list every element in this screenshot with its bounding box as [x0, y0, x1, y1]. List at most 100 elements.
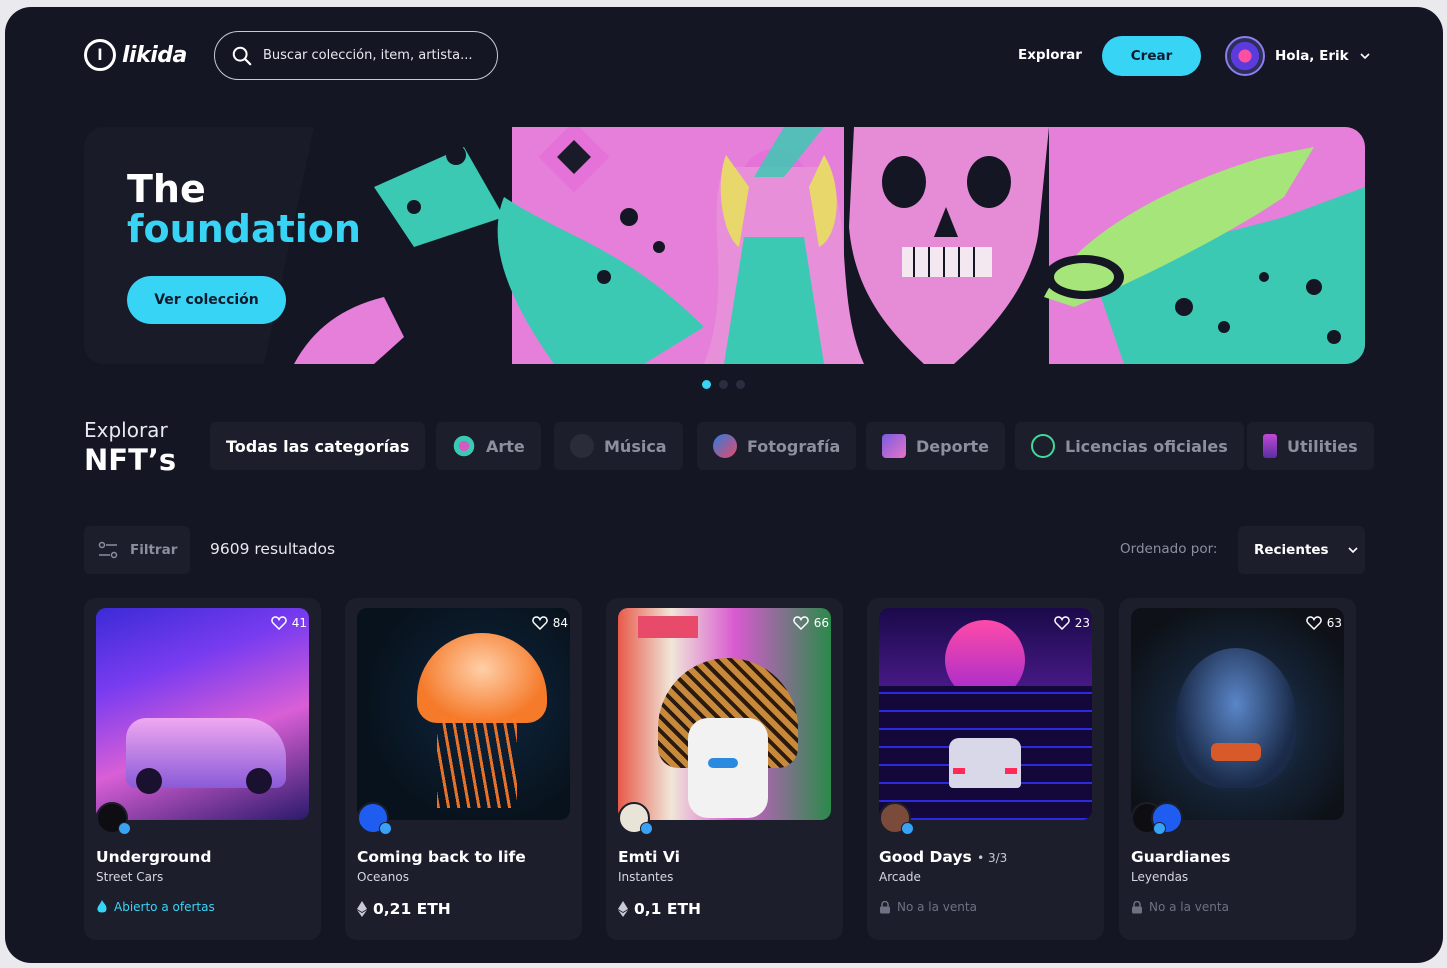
like-counter[interactable]: 63: [1305, 616, 1342, 630]
like-count: 84: [552, 616, 568, 630]
flame-icon: [97, 900, 107, 913]
logo-mark-icon: l: [84, 39, 116, 71]
nft-title-text: Underground: [96, 848, 212, 866]
hero-banner: The foundation Ver colección: [84, 127, 1365, 364]
nft-title-text: Emti Vi: [618, 848, 680, 866]
nft-title-text: Good Days: [879, 848, 972, 866]
chevron-down-icon: [1360, 53, 1370, 60]
user-greeting: Hola, Erik: [1275, 48, 1349, 64]
license-icon: [1031, 434, 1055, 458]
nft-image: [96, 608, 309, 820]
photo-icon: [713, 434, 737, 458]
nft-title: Good Days • 3/3: [879, 848, 1007, 866]
carousel-dot[interactable]: [702, 380, 711, 389]
price-text: 0,1 ETH: [634, 900, 701, 918]
nft-title: Underground: [96, 848, 211, 866]
category-fotografia[interactable]: Fotografía: [697, 422, 857, 470]
nft-title-text: Coming back to life: [357, 848, 526, 866]
nft-image: [1131, 608, 1344, 820]
heart-icon: [1053, 616, 1070, 630]
nft-collection: Street Cars: [96, 870, 164, 884]
heart-icon: [270, 616, 287, 630]
search-input[interactable]: [263, 48, 483, 63]
sort-label: Ordenado por:: [1120, 541, 1218, 557]
status-text: No a la venta: [1149, 900, 1229, 914]
nft-card[interactable]: 84 Coming back to life Oceanos 0,21 ETH: [345, 598, 582, 940]
like-count: 23: [1074, 616, 1090, 630]
carousel-dots: [702, 380, 745, 389]
like-counter[interactable]: 84: [531, 616, 568, 630]
heart-icon: [531, 616, 548, 630]
category-label: Música: [604, 436, 667, 456]
nft-image: [618, 608, 831, 820]
nft-collection: Instantes: [618, 870, 674, 884]
verified-badge-icon: [118, 822, 131, 835]
chevron-down-icon: [1348, 547, 1358, 554]
results-count: 9609 resultados: [210, 540, 336, 558]
nft-image: [357, 608, 570, 820]
category-label: Utilities: [1287, 436, 1358, 456]
ver-coleccion-button[interactable]: Ver colección: [127, 276, 286, 324]
like-count: 66: [813, 616, 829, 630]
search-icon: [232, 46, 252, 65]
nft-status: Abierto a ofertas: [96, 900, 215, 914]
like-counter[interactable]: 66: [792, 616, 829, 630]
ethereum-icon: [357, 901, 367, 917]
category-label: Licencias oficiales: [1065, 436, 1228, 456]
carousel-dot[interactable]: [736, 380, 745, 389]
nft-card[interactable]: 23 Good Days • 3/3 Arcade No a la venta: [867, 598, 1104, 940]
utilities-icon: [1263, 434, 1277, 458]
category-licencias[interactable]: Licencias oficiales: [1015, 422, 1244, 470]
nft-status: 0,1 ETH: [618, 900, 701, 918]
verified-badge-icon: [640, 822, 653, 835]
lock-icon: [880, 900, 890, 913]
category-musica[interactable]: Música: [554, 422, 683, 470]
like-counter[interactable]: 41: [270, 616, 307, 630]
logo[interactable]: l likida: [84, 39, 187, 71]
nft-card[interactable]: 41 Underground Street Cars Abierto a ofe…: [84, 598, 321, 940]
verified-badge-icon: [901, 822, 914, 835]
nft-status: No a la venta: [1131, 900, 1229, 914]
nft-card[interactable]: 66 Emti Vi Instantes 0,1 ETH: [606, 598, 843, 940]
nft-collection: Oceanos: [357, 870, 409, 884]
nft-title-text: Guardianes: [1131, 848, 1231, 866]
category-utilities[interactable]: Utilities: [1247, 422, 1374, 470]
category-label: Arte: [486, 436, 525, 456]
search-bar[interactable]: [214, 31, 498, 80]
nft-edition: • 3/3: [977, 851, 1008, 865]
user-menu[interactable]: Hola, Erik: [1225, 36, 1371, 76]
category-label: Todas las categorías: [226, 436, 410, 456]
nft-status: 0,21 ETH: [357, 900, 451, 918]
price-text: 0,21 ETH: [373, 900, 451, 918]
nft-title: Emti Vi: [618, 848, 680, 866]
app-window: l likida Explorar Crear Hola, Erik: [5, 7, 1443, 963]
like-count: 41: [291, 616, 307, 630]
filter-icon: [98, 541, 118, 559]
category-arte[interactable]: Arte: [436, 422, 541, 470]
verified-badge-icon: [379, 822, 392, 835]
ethereum-icon: [618, 901, 628, 917]
filter-button[interactable]: Filtrar: [84, 526, 190, 574]
avatar: [1225, 36, 1265, 76]
category-todas[interactable]: Todas las categorías: [210, 422, 426, 470]
crear-button[interactable]: Crear: [1102, 36, 1201, 76]
lock-icon: [1132, 900, 1142, 913]
nft-status: No a la venta: [879, 900, 977, 914]
nft-image: [879, 608, 1092, 820]
banner-title-line2: foundation: [127, 207, 361, 251]
category-label: Deporte: [916, 436, 989, 456]
like-count: 63: [1326, 616, 1342, 630]
like-counter[interactable]: 23: [1053, 616, 1090, 630]
status-text: No a la venta: [897, 900, 977, 914]
nft-card[interactable]: 63 Guardianes Leyendas No a la venta: [1119, 598, 1356, 940]
verified-badge-icon: [1153, 822, 1166, 835]
section-label: Explorar: [84, 418, 168, 442]
nav-explorar-link[interactable]: Explorar: [1018, 47, 1082, 63]
category-deporte[interactable]: Deporte: [866, 422, 1005, 470]
status-text: Abierto a ofertas: [114, 900, 215, 914]
filter-label: Filtrar: [130, 542, 178, 558]
nft-collection: Arcade: [879, 870, 921, 884]
art-icon: [452, 434, 476, 458]
sort-dropdown[interactable]: Recientes: [1238, 526, 1365, 574]
carousel-dot[interactable]: [719, 380, 728, 389]
